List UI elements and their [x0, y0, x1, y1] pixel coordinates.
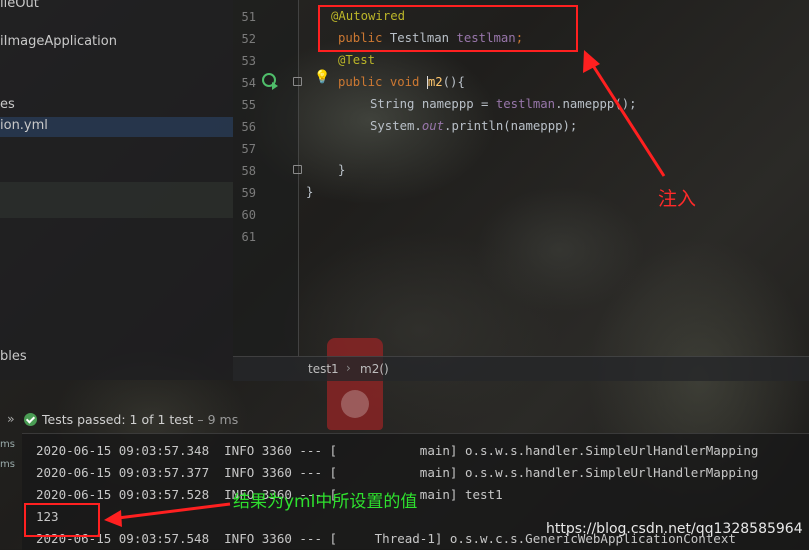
annotation-arrows: [104, 50, 666, 527]
result-label: 结果为yml中所设置的值: [233, 492, 418, 512]
result-arrow-head: [104, 510, 122, 527]
inject-arrow-line: [590, 63, 666, 177]
result-arrow-line: [117, 502, 231, 520]
watermark: https://blog.csdn.net/qq1328585964: [546, 521, 803, 537]
inject-arrow-head: [583, 50, 600, 73]
inject-label: 注入: [658, 188, 697, 210]
